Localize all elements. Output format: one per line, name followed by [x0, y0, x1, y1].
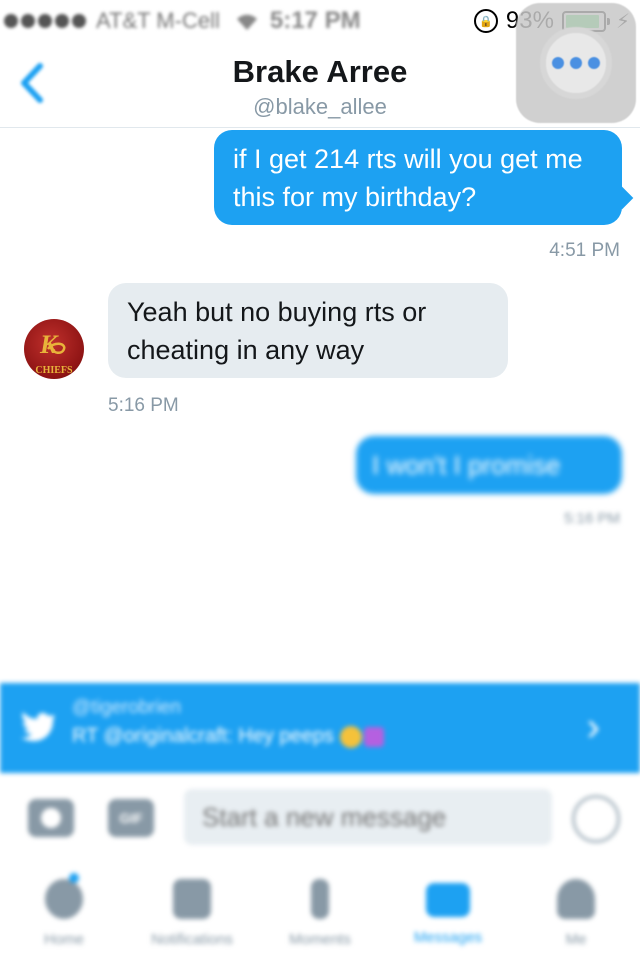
message-timestamp: 5:16 PM [564, 510, 620, 527]
status-time: 5:17 PM [269, 7, 361, 34]
emoji-icon [339, 725, 362, 748]
orientation-lock-icon: 🔒 [473, 9, 498, 33]
tab-label: Home [43, 931, 84, 948]
new-content-dot [69, 873, 80, 883]
message-text: Yeah but no buying rts or cheating in an… [127, 297, 427, 365]
chevron-right-icon: › [586, 705, 600, 749]
gif-icon[interactable]: GIF [108, 799, 154, 837]
home-icon [45, 879, 83, 919]
conversation-screen: AT&T M-Cell 5:17 PM 🔒 93% ⚡ Brake Arree … [0, 0, 640, 960]
status-bar-left: AT&T M-Cell 5:17 PM [0, 6, 361, 36]
notification-text: RT @originalcraft: Hey peeps [72, 725, 384, 748]
notification-banner[interactable]: @tigerobrien RT @originalcraft: Hey peep… [0, 683, 640, 773]
message-timestamp: 5:16 PM [108, 395, 179, 416]
wifi-icon [236, 14, 257, 30]
message-composer: GIF [0, 775, 640, 863]
message-input[interactable] [184, 789, 552, 845]
camera-icon[interactable] [28, 799, 74, 837]
assistive-touch-button[interactable] [516, 3, 636, 123]
heart-emoji-icon [363, 726, 384, 747]
tab-bar: Home Notifications Moments Messages Me [0, 863, 640, 960]
chiefs-logo: K CHIEFS [35, 330, 73, 376]
signal-dots-icon [4, 14, 86, 28]
notification-title: @tigerobrien [72, 697, 182, 718]
outgoing-message-bubble[interactable]: I won't I promise [356, 436, 622, 494]
carrier-label: AT&T M-Cell [96, 8, 220, 33]
lightning-icon [311, 879, 329, 919]
tab-home[interactable]: Home [0, 863, 128, 960]
message-timestamp: 4:51 PM [549, 240, 620, 261]
tab-label: Notifications [151, 931, 233, 948]
tab-label: Messages [413, 929, 483, 946]
message-text: if I get 214 rts will you get me this fo… [233, 144, 583, 212]
notification-body: RT @originalcraft: Hey peeps [72, 725, 334, 747]
tab-label: Moments [289, 931, 351, 948]
bell-icon [173, 879, 211, 919]
avatar[interactable]: K CHIEFS [24, 319, 84, 379]
twitter-bird-icon [21, 712, 55, 742]
tab-notifications[interactable]: Notifications [128, 863, 256, 960]
tab-moments[interactable]: Moments [256, 863, 384, 960]
envelope-icon [426, 883, 470, 917]
tab-messages[interactable]: Messages [384, 863, 512, 960]
tab-me[interactable]: Me [512, 863, 640, 960]
person-icon [557, 879, 595, 919]
avatar-text: CHIEFS [35, 365, 73, 376]
gif-label: GIF [119, 810, 143, 826]
incoming-message-bubble[interactable]: Yeah but no buying rts or cheating in an… [108, 283, 508, 378]
send-icon[interactable] [572, 795, 620, 843]
more-dots-icon [540, 27, 612, 99]
tab-label: Me [565, 931, 587, 948]
message-text: I won't I promise [372, 450, 561, 480]
outgoing-message-bubble[interactable]: if I get 214 rts will you get me this fo… [214, 130, 622, 225]
